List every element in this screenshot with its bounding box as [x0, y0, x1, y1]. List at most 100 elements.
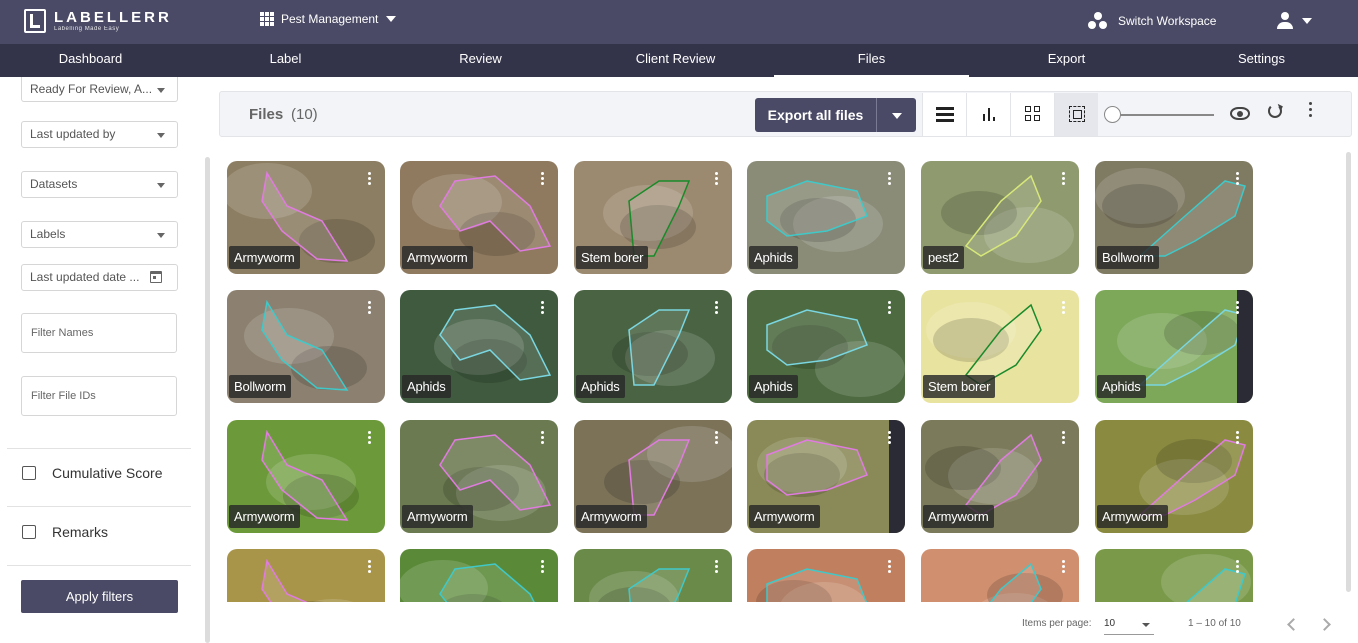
filter-file-ids-input[interactable]: Filter File IDs: [21, 376, 177, 416]
card-more-options-icon[interactable]: [715, 560, 718, 574]
divider: [7, 565, 191, 566]
file-card[interactable]: Aphids: [574, 290, 732, 403]
file-card[interactable]: Bollworm: [1095, 161, 1253, 274]
annotation-outline: [261, 558, 308, 602]
file-card[interactable]: Armyworm: [747, 420, 905, 533]
file-card[interactable]: Armyworm: [1095, 420, 1253, 533]
nav-export[interactable]: Export: [969, 44, 1164, 77]
list-view-button[interactable]: [922, 93, 966, 136]
apply-filters-button[interactable]: Apply filters: [21, 580, 178, 613]
card-more-options-icon[interactable]: [1236, 301, 1239, 315]
cumulative-score-checkbox[interactable]: [22, 466, 36, 480]
card-more-options-icon[interactable]: [1062, 560, 1065, 574]
card-more-options-icon[interactable]: [888, 301, 891, 315]
nav-dashboard[interactable]: Dashboard: [0, 44, 188, 77]
file-card[interactable]: [574, 549, 732, 602]
file-card[interactable]: [400, 549, 558, 602]
card-more-options-icon[interactable]: [715, 301, 718, 315]
file-card[interactable]: [921, 549, 1079, 602]
project-selector[interactable]: Pest Management: [260, 12, 397, 26]
card-more-options-icon[interactable]: [368, 172, 371, 186]
card-more-options-icon[interactable]: [541, 431, 544, 445]
chevron-down-icon: [1142, 623, 1150, 627]
refresh-icon[interactable]: [1268, 104, 1282, 118]
grid-icon: [1025, 106, 1041, 122]
card-more-options-icon[interactable]: [715, 172, 718, 186]
card-more-options-icon[interactable]: [1236, 431, 1239, 445]
card-more-options-icon[interactable]: [1062, 301, 1065, 315]
card-more-options-icon[interactable]: [888, 560, 891, 574]
card-more-options-icon[interactable]: [1236, 172, 1239, 186]
status-filter-select[interactable]: Ready For Review, A...: [21, 77, 178, 102]
nav-files[interactable]: Files: [774, 44, 969, 77]
file-card[interactable]: Aphids: [1095, 290, 1253, 403]
more-options-icon[interactable]: [1309, 102, 1313, 118]
card-more-options-icon[interactable]: [541, 560, 544, 574]
items-per-page-select[interactable]: 10: [1104, 618, 1154, 635]
card-label: Bollworm: [1097, 246, 1159, 269]
card-more-options-icon[interactable]: [541, 301, 544, 315]
file-card[interactable]: [227, 549, 385, 602]
file-card[interactable]: Aphids: [400, 290, 558, 403]
app-logo[interactable]: LABELLERR Labelling Made Easy: [24, 9, 172, 33]
labels-select[interactable]: Labels: [21, 221, 178, 248]
chevron-down-icon: [1302, 18, 1312, 24]
card-more-options-icon[interactable]: [541, 172, 544, 186]
card-more-options-icon[interactable]: [888, 172, 891, 186]
file-card[interactable]: Armyworm: [400, 420, 558, 533]
file-card[interactable]: [1095, 549, 1253, 602]
nav-review[interactable]: Review: [383, 44, 578, 77]
last-updated-date-picker[interactable]: Last updated date ...: [21, 264, 178, 291]
remarks-checkbox[interactable]: [22, 525, 36, 539]
file-card[interactable]: Stem borer: [921, 290, 1079, 403]
card-more-options-icon[interactable]: [368, 301, 371, 315]
nav-settings[interactable]: Settings: [1164, 44, 1358, 77]
card-more-options-icon[interactable]: [1236, 560, 1239, 574]
card-more-options-icon[interactable]: [1062, 172, 1065, 186]
export-options-button[interactable]: [876, 98, 916, 132]
card-label: Armyworm: [229, 246, 300, 269]
card-label: Stem borer: [923, 375, 996, 398]
user-menu[interactable]: [1276, 12, 1312, 30]
file-card[interactable]: Aphids: [747, 161, 905, 274]
cumulative-score-option[interactable]: Cumulative Score: [22, 465, 163, 481]
export-all-files-button[interactable]: Export all files: [755, 98, 876, 132]
card-more-options-icon[interactable]: [888, 431, 891, 445]
grid-view-button[interactable]: [1010, 93, 1054, 136]
file-card[interactable]: [747, 549, 905, 602]
nav-label[interactable]: Label: [188, 44, 383, 77]
file-card[interactable]: Bollworm: [227, 290, 385, 403]
datasets-select[interactable]: Datasets: [21, 171, 178, 198]
sidebar-scrollbar[interactable]: [205, 157, 210, 643]
last-updated-by-select[interactable]: Last updated by: [21, 121, 178, 148]
filter-names-input[interactable]: Filter Names: [21, 313, 177, 353]
file-thumbnail: [981, 562, 1063, 602]
file-card[interactable]: Armyworm: [227, 161, 385, 274]
card-more-options-icon[interactable]: [1062, 431, 1065, 445]
file-card[interactable]: pest2: [921, 161, 1079, 274]
logo-icon: [24, 9, 46, 33]
file-card[interactable]: Armyworm: [400, 161, 558, 274]
remarks-option[interactable]: Remarks: [22, 524, 108, 540]
file-thumbnail: [400, 560, 535, 602]
file-card[interactable]: Stem borer: [574, 161, 732, 274]
nav-client-review[interactable]: Client Review: [578, 44, 773, 77]
file-card[interactable]: Armyworm: [574, 420, 732, 533]
card-more-options-icon[interactable]: [715, 431, 718, 445]
switch-workspace-button[interactable]: Switch Workspace: [1088, 12, 1216, 30]
file-card[interactable]: Armyworm: [921, 420, 1079, 533]
stats-view-button[interactable]: [966, 93, 1010, 136]
file-card[interactable]: Armyworm: [227, 420, 385, 533]
eye-icon[interactable]: [1230, 107, 1250, 120]
file-thumbnail: [589, 568, 691, 602]
select-view-button[interactable]: [1054, 93, 1098, 136]
card-more-options-icon[interactable]: [368, 560, 371, 574]
zoom-slider-thumb[interactable]: [1104, 106, 1121, 123]
calendar-icon[interactable]: [150, 271, 162, 283]
file-card[interactable]: Aphids: [747, 290, 905, 403]
zoom-slider-track[interactable]: [1110, 114, 1214, 116]
next-page-button[interactable]: [1318, 618, 1331, 631]
grid-scrollbar[interactable]: [1346, 152, 1351, 592]
card-more-options-icon[interactable]: [368, 431, 371, 445]
previous-page-button[interactable]: [1287, 618, 1300, 631]
